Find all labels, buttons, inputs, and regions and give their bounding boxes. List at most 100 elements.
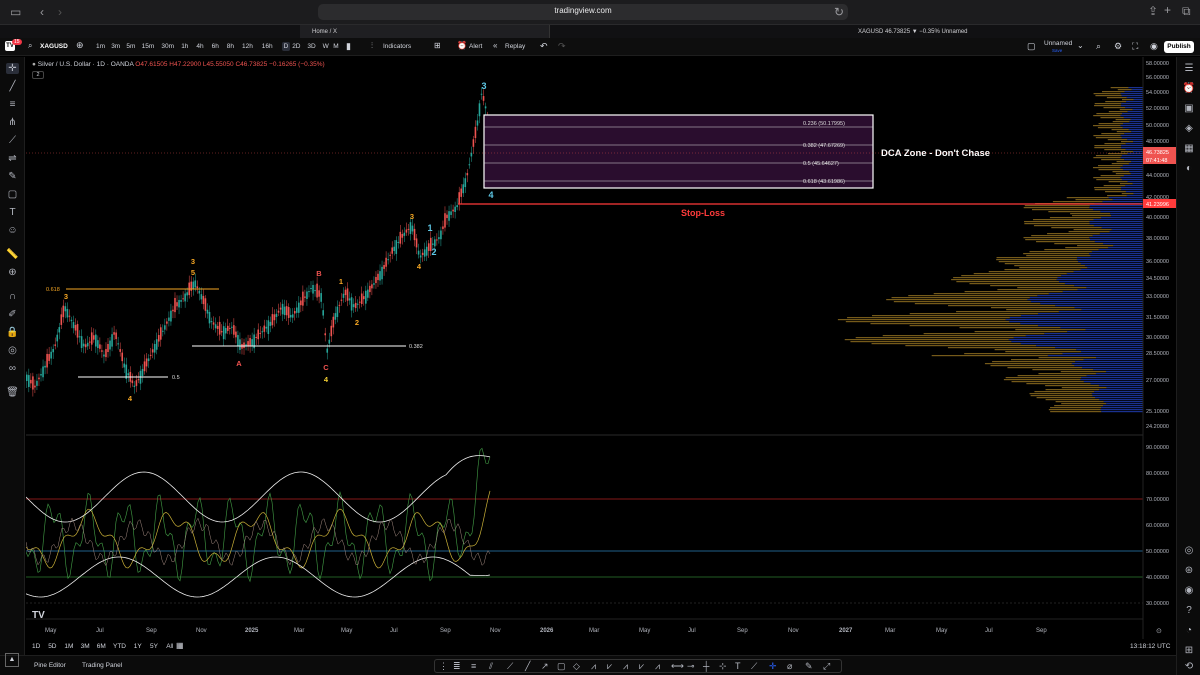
measure-icon[interactable]: ⌀ <box>787 661 792 672</box>
price-axis[interactable]: 58.00000 56.00000 54.00000 52.00000 50.00000… <box>1142 57 1176 639</box>
wave-icon[interactable]: ⩘ <box>591 661 596 672</box>
indicators-button[interactable]: Indicators <box>383 43 411 50</box>
fullscreen-icon[interactable]: ⛶ <box>1132 41 1138 52</box>
undo-icon[interactable]: ↶ <box>540 41 548 52</box>
indicator-count-badge[interactable]: 2 <box>32 71 44 79</box>
hray-icon[interactable]: ⊸ <box>687 661 695 672</box>
calendar-icon[interactable]: ▦ <box>1182 143 1196 154</box>
tab-xagusd[interactable]: XAGUSD 46.73825 ▼ −0.35% Unnamed <box>848 25 1148 39</box>
ray-icon[interactable]: ⟋ <box>507 661 513 672</box>
crosshair-icon[interactable]: ✛ <box>6 63 19 74</box>
text-note-icon[interactable]: T <box>735 661 741 671</box>
eye-icon[interactable]: ◎ <box>6 345 19 356</box>
grid-icon[interactable]: ⊞ <box>1182 645 1196 656</box>
ruler-icon[interactable]: 📏 <box>6 249 19 260</box>
utc-clock[interactable]: 13:18:12 UTC <box>1130 643 1170 650</box>
timeframe-15m[interactable]: 15m <box>142 43 155 50</box>
replay-button[interactable]: Replay <box>505 43 525 50</box>
candles-icon[interactable]: ▮ <box>346 41 351 52</box>
brush-icon[interactable]: ✎ <box>6 171 19 182</box>
symbol-search-icon[interactable]: ⌕ <box>28 41 32 51</box>
timeframe-3m[interactable]: 3m <box>111 43 120 50</box>
publish-button[interactable]: Publish <box>1164 41 1194 53</box>
new-tab-icon[interactable]: + <box>1164 3 1171 17</box>
range-5y[interactable]: 5Y <box>150 643 158 650</box>
crosshair-tool-icon[interactable]: ✛ <box>769 661 777 672</box>
range-1d[interactable]: 1D <box>32 643 40 650</box>
ideas-icon[interactable]: ◎ <box>1182 545 1196 556</box>
zoom-icon[interactable]: ⊕ <box>6 267 19 278</box>
forecast-icon[interactable]: ⇌ <box>6 153 19 164</box>
reload-icon[interactable]: ↻ <box>834 5 844 19</box>
rect-tool-icon[interactable]: ▢ <box>557 661 566 672</box>
date-range-icon[interactable]: ▦ <box>176 641 184 650</box>
lock-icon[interactable]: 🔒 <box>6 327 19 338</box>
vline-icon[interactable]: ⊹ <box>719 661 727 672</box>
history-icon[interactable]: ⟲ <box>1182 661 1196 672</box>
rectangle-icon[interactable]: ▢ <box>6 189 19 200</box>
range-6m[interactable]: 6M <box>97 643 106 650</box>
cross-line-icon[interactable]: ┼ <box>703 661 709 671</box>
path-icon[interactable]: ◇ <box>573 661 580 672</box>
symbol-name[interactable]: XAGUSD <box>40 43 68 50</box>
price-chart[interactable]: 0.236 (50.17995) 0.382 (47.67269) 0.5 (4… <box>26 57 1176 639</box>
axis-settings-icon[interactable]: ⊙ <box>1156 628 1162 635</box>
arrow-icon[interactable]: ↗ <box>541 661 549 672</box>
redo-icon[interactable]: ↷ <box>558 41 566 52</box>
tab-home-x[interactable]: Home / X <box>300 25 550 39</box>
wave2-icon[interactable]: ⩗ <box>607 661 612 672</box>
timeframe-4h[interactable]: 4h <box>196 43 203 50</box>
text-tool-icon[interactable]: T <box>6 207 19 218</box>
templates-icon[interactable]: ⊞ <box>434 41 441 50</box>
timeframe-3d[interactable]: 3D <box>307 43 315 50</box>
line-icon[interactable]: ╱ <box>525 661 530 672</box>
help-icon[interactable]: ? <box>1182 605 1196 616</box>
callout-icon[interactable]: ⟋ <box>751 661 757 672</box>
target-icon[interactable]: ◉ <box>1182 585 1196 596</box>
pine-editor-tab[interactable]: Pine Editor <box>34 662 66 669</box>
timeframe-1m[interactable]: 1m <box>96 43 105 50</box>
pitchfork-icon[interactable]: ⋔ <box>6 117 19 128</box>
trendline-icon[interactable]: ╱ <box>6 81 19 92</box>
range-1y[interactable]: 1Y <box>134 643 142 650</box>
signal-icon[interactable]: ⊛ <box>1182 565 1196 576</box>
trash-icon[interactable]: 🗑 <box>6 387 19 398</box>
watchlist-icon[interactable]: ☰ <box>1182 63 1196 74</box>
timeframe-12h[interactable]: 12h <box>242 43 253 50</box>
magnet-icon[interactable]: ∩ <box>6 291 19 302</box>
timeframe-2d[interactable]: 2D <box>292 43 300 50</box>
channel-icon[interactable]: ⫽ <box>489 661 493 672</box>
timeframe-8h[interactable]: 8h <box>227 43 234 50</box>
compare-icon[interactable]: ⊕ <box>76 40 84 51</box>
range-5d[interactable]: 5D <box>48 643 56 650</box>
magic-icon[interactable]: ⤢ <box>823 661 830 672</box>
alert-icon[interactable]: ⏰ <box>457 41 467 50</box>
back-icon[interactable]: ‹ <box>40 5 44 19</box>
emoji-icon[interactable]: ☺ <box>6 225 19 236</box>
stay-draw-icon[interactable]: ✐ <box>6 309 19 320</box>
alert-button[interactable]: Alert <box>469 43 482 50</box>
patterns-icon[interactable]: ⟋ <box>6 135 19 146</box>
chat-icon[interactable]: ▣ <box>1182 103 1196 114</box>
tab-overview-icon[interactable]: ⧉ <box>1182 4 1191 18</box>
layout-name[interactable]: Unnamed <box>1044 40 1072 47</box>
grip-icon[interactable]: ⋮ <box>439 661 448 672</box>
timeframe-30m[interactable]: 30m <box>161 43 174 50</box>
forward-icon[interactable]: › <box>58 5 62 19</box>
settings-icon[interactable]: ⚙ <box>1114 41 1122 52</box>
range-1m[interactable]: 1M <box>64 643 73 650</box>
wave5-icon[interactable]: ⩘ <box>655 661 660 672</box>
sidebar-toggle-icon[interactable]: ▲ <box>5 653 19 667</box>
link-icon[interactable]: ∞ <box>6 363 19 374</box>
hline-icon[interactable]: ⟷ <box>671 661 684 672</box>
fib-icon[interactable]: ≡ <box>6 99 19 110</box>
pie-icon[interactable]: ◔ <box>1182 625 1196 636</box>
range-all[interactable]: All <box>166 643 173 650</box>
snapshot-icon[interactable]: ◉ <box>1150 41 1158 52</box>
timeframe-16h[interactable]: 16h <box>262 43 273 50</box>
wave4-icon[interactable]: ⩗ <box>639 661 644 672</box>
fib-tool-icon[interactable]: ≣ <box>453 661 461 672</box>
replay-icon[interactable]: « <box>493 41 497 50</box>
pen-icon[interactable]: ✎ <box>805 661 813 672</box>
indicators-icon[interactable]: ⫶ <box>371 41 373 51</box>
